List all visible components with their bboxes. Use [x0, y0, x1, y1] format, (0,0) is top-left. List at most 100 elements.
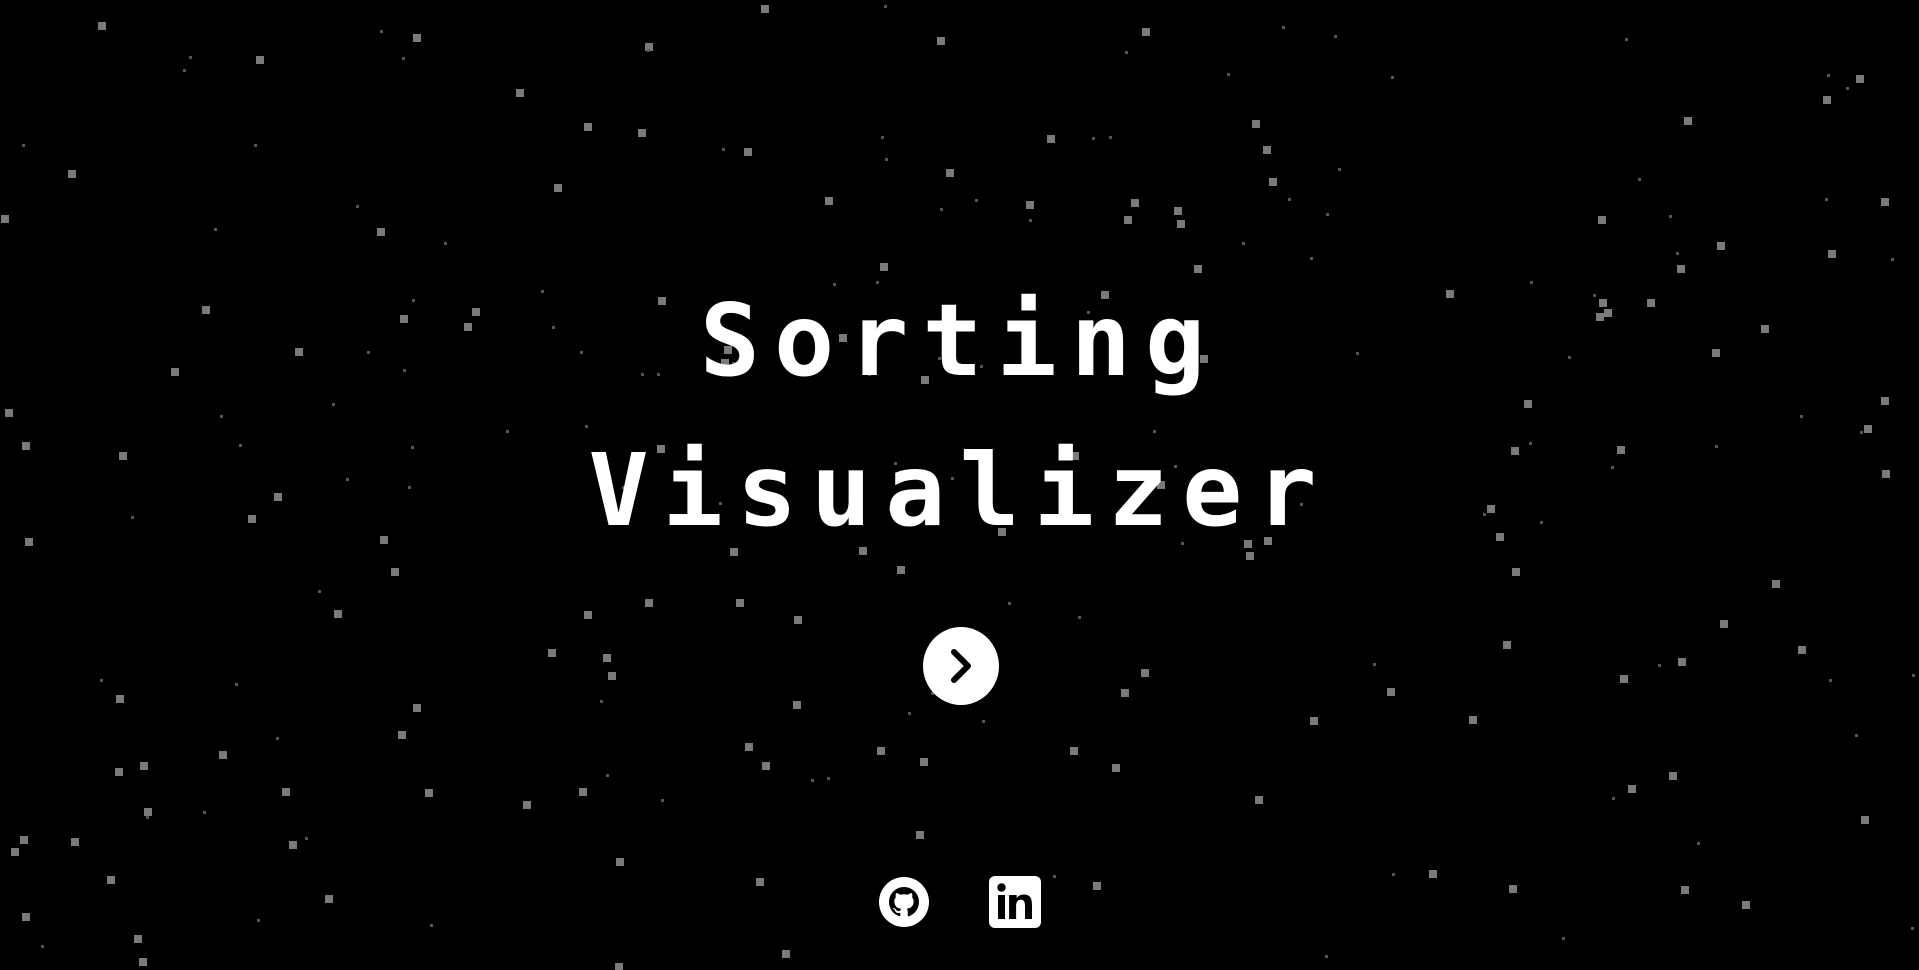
star: [1828, 250, 1836, 258]
star: [1720, 620, 1728, 628]
star: [793, 701, 801, 709]
star: [1141, 669, 1149, 677]
start-button[interactable]: [923, 627, 999, 705]
star: [1026, 201, 1034, 209]
star: [1638, 178, 1641, 181]
star: [982, 720, 985, 723]
star: [908, 712, 911, 715]
star: [144, 808, 152, 816]
star: [1325, 955, 1328, 958]
star: [756, 878, 764, 886]
star: [11, 848, 19, 856]
star: [638, 129, 646, 137]
star: [1109, 136, 1112, 139]
star: [1860, 431, 1863, 434]
star: [1620, 675, 1628, 683]
star: [647, 49, 650, 52]
linkedin-icon: [989, 876, 1041, 928]
star: [1387, 688, 1395, 696]
star: [1242, 242, 1245, 245]
star: [1697, 842, 1700, 845]
star: [1881, 198, 1889, 206]
star: [1310, 257, 1313, 260]
star: [1092, 137, 1095, 140]
linkedin-link[interactable]: [988, 875, 1042, 929]
star: [189, 56, 192, 59]
star: [22, 144, 25, 147]
star: [1125, 51, 1128, 54]
star: [1772, 580, 1780, 588]
star: [398, 731, 406, 739]
star: [877, 747, 885, 755]
star: [1112, 764, 1120, 772]
star: [1029, 219, 1032, 222]
star: [916, 831, 924, 839]
star: [402, 57, 405, 60]
star: [203, 811, 206, 814]
github-link[interactable]: [878, 875, 930, 929]
star: [334, 610, 342, 618]
star: [139, 958, 147, 966]
star: [1310, 717, 1318, 725]
star: [975, 199, 978, 202]
title-line-sorting: Sorting: [699, 282, 1220, 399]
star: [5, 409, 13, 417]
star: [1669, 215, 1672, 218]
star: [1392, 873, 1395, 876]
star: [1282, 26, 1285, 29]
star: [585, 425, 588, 428]
star: [107, 876, 115, 884]
star: [1338, 168, 1341, 171]
star: [1093, 882, 1101, 890]
star: [881, 136, 884, 139]
star: [257, 919, 260, 922]
star: [1194, 265, 1202, 273]
star: [937, 37, 945, 45]
star: [608, 672, 616, 680]
star: [1252, 120, 1260, 128]
star: [1881, 397, 1889, 405]
star: [1798, 646, 1806, 654]
star: [318, 590, 321, 593]
star: [1503, 641, 1511, 649]
star: [1829, 679, 1832, 682]
landing-page: Sorting Visualizer: [0, 0, 1919, 970]
star: [920, 758, 928, 766]
star: [1469, 716, 1477, 724]
star: [1846, 87, 1849, 90]
star: [444, 242, 447, 245]
star: [1678, 658, 1686, 666]
star: [276, 737, 279, 740]
star: [762, 762, 770, 770]
star: [1530, 281, 1533, 284]
star: [616, 858, 624, 866]
star: [116, 695, 124, 703]
star: [380, 30, 383, 33]
star: [761, 5, 769, 13]
star: [1373, 663, 1376, 666]
star: [603, 654, 611, 662]
star: [897, 566, 905, 574]
star: [554, 184, 562, 192]
star: [523, 801, 531, 809]
star: [661, 799, 664, 802]
star: [1269, 178, 1277, 186]
star: [584, 611, 592, 619]
star: [1142, 28, 1150, 36]
star: [880, 263, 888, 271]
star: [584, 123, 592, 131]
star: [140, 762, 148, 770]
star: [1891, 258, 1894, 261]
star: [256, 56, 264, 64]
star: [1227, 73, 1230, 76]
star: [1855, 734, 1858, 737]
star: [1625, 38, 1628, 41]
star: [946, 169, 954, 177]
star: [606, 774, 609, 777]
star: [22, 913, 30, 921]
star: [1864, 425, 1872, 433]
star: [1677, 265, 1685, 273]
star: [1684, 117, 1692, 125]
star: [744, 148, 752, 156]
star: [71, 838, 79, 846]
